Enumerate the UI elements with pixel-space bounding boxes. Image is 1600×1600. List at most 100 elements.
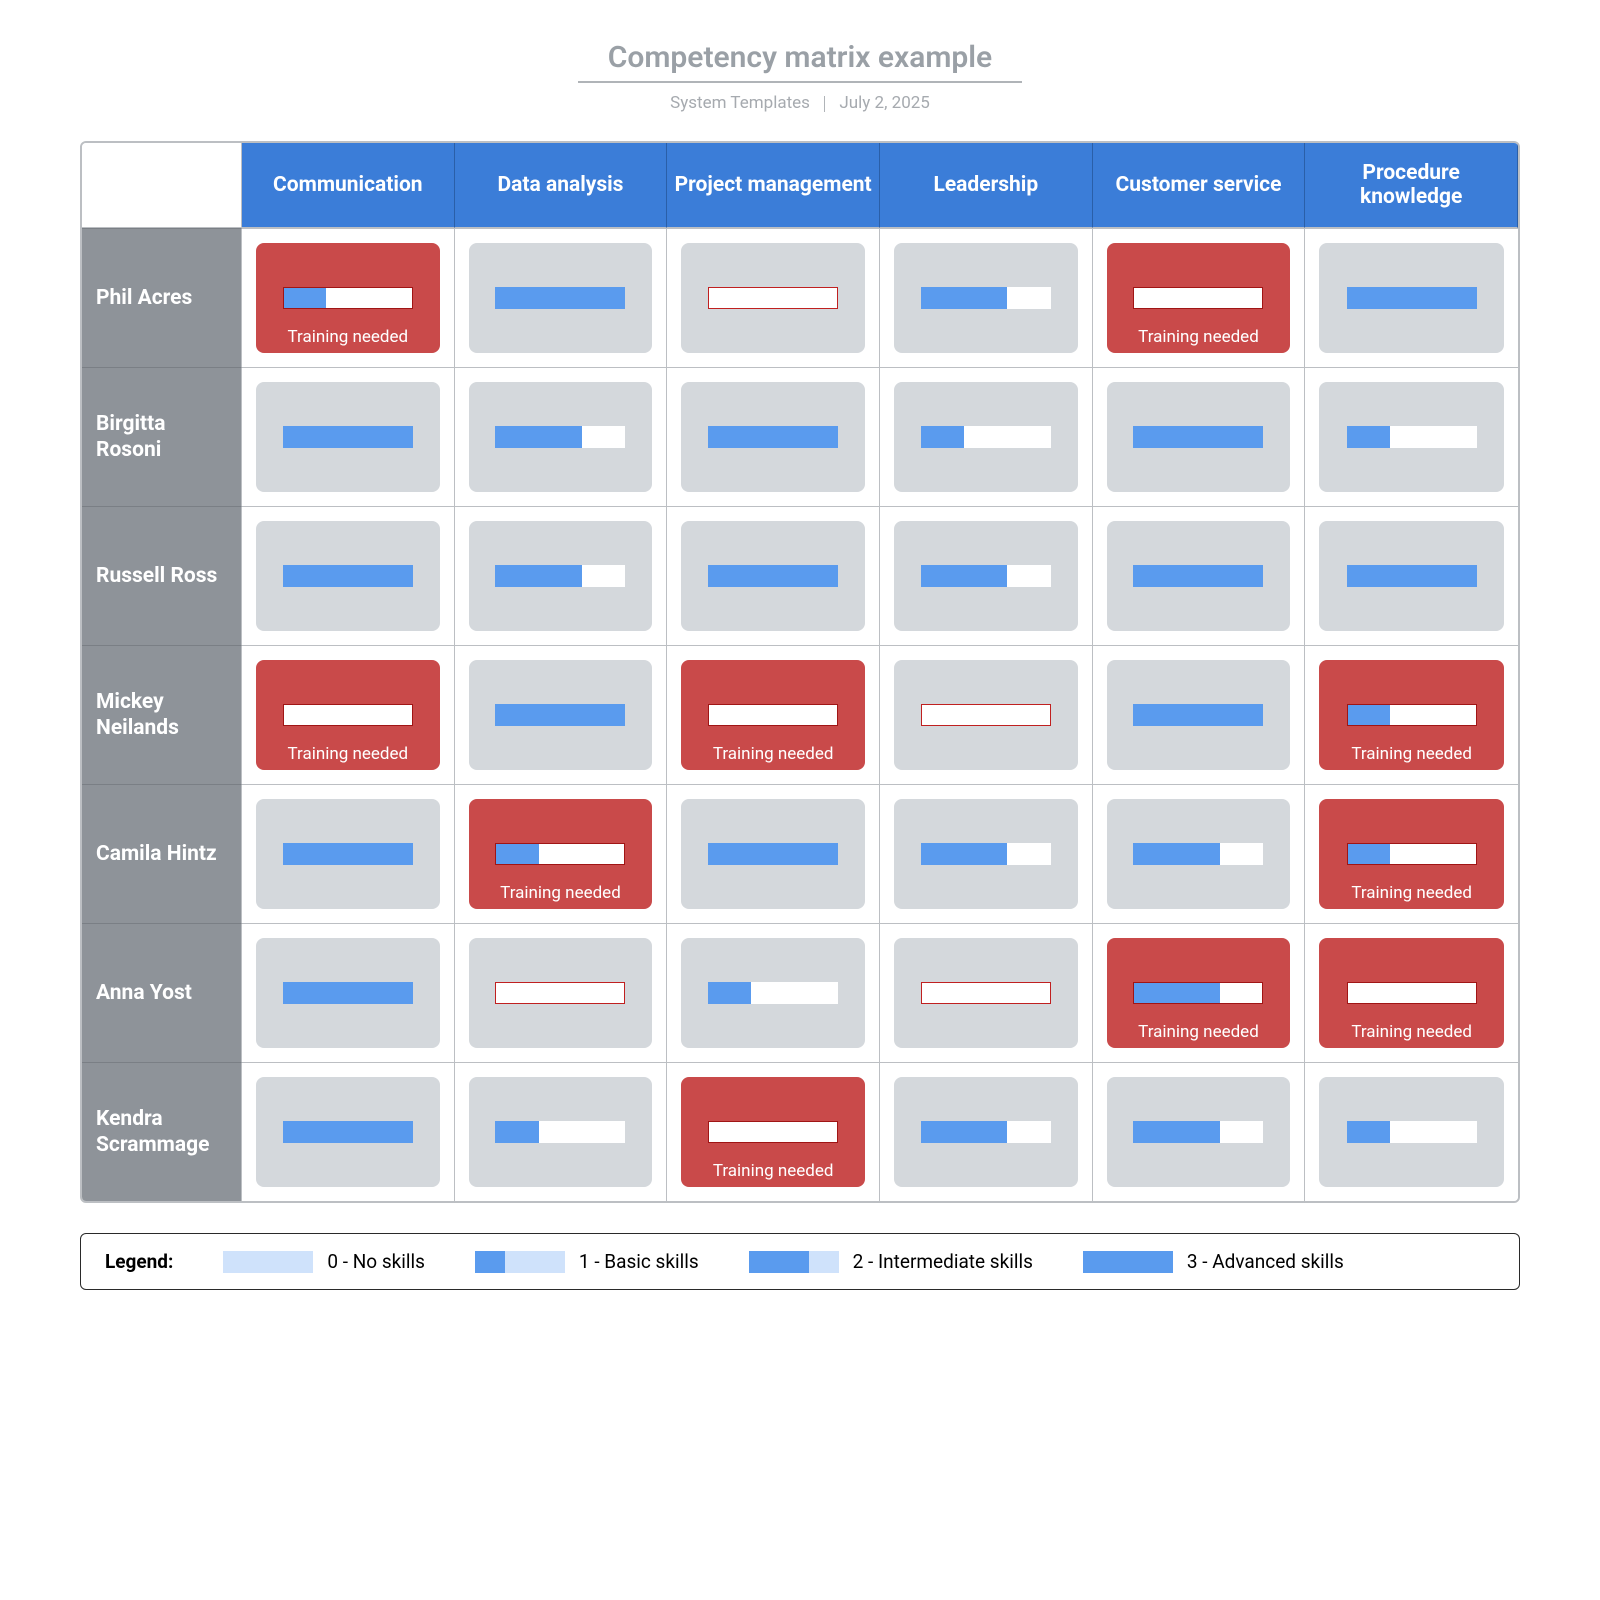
matrix-cell[interactable]: [880, 784, 1093, 923]
legend-item: 3 - Advanced skills: [1083, 1250, 1344, 1273]
skill-bar-fill: [1133, 565, 1263, 587]
skill-bar-fill: [708, 843, 838, 865]
matrix-cell[interactable]: Training needed: [1305, 645, 1518, 784]
skill-bar: [708, 843, 838, 865]
title-block: Competency matrix example System Templat…: [578, 40, 1022, 113]
skill-bar: [495, 426, 625, 448]
matrix-cell[interactable]: Training needed: [455, 784, 668, 923]
skill-card: [894, 243, 1078, 353]
competency-matrix: CommunicationData analysisProject manage…: [80, 141, 1520, 1203]
skill-card: [681, 382, 865, 492]
legend-label: 3 - Advanced skills: [1187, 1250, 1344, 1273]
training-card: Training needed: [1319, 660, 1504, 770]
legend-label: 2 - Intermediate skills: [853, 1250, 1033, 1273]
training-card: Training needed: [256, 243, 440, 353]
row-header: Birgitta Rosoni: [82, 367, 242, 506]
skill-card: [894, 938, 1078, 1048]
row-header: Kendra Scrammage: [82, 1062, 242, 1201]
skill-bar-fill: [921, 565, 1008, 587]
skill-bar: [283, 982, 413, 1004]
matrix-cell[interactable]: Training needed: [667, 1062, 880, 1201]
matrix-cell[interactable]: [1093, 784, 1306, 923]
matrix-cell[interactable]: [455, 1062, 668, 1201]
skill-bar: [495, 287, 625, 309]
training-card: Training needed: [1107, 243, 1291, 353]
matrix-cell[interactable]: [1093, 367, 1306, 506]
skill-card: [1107, 382, 1291, 492]
legend-item: 1 - Basic skills: [475, 1250, 699, 1273]
matrix-cell[interactable]: [667, 506, 880, 645]
matrix-cell[interactable]: [242, 506, 455, 645]
column-header: Data analysis: [455, 143, 668, 228]
matrix-cell[interactable]: [880, 923, 1093, 1062]
legend-swatch: [475, 1251, 565, 1273]
matrix-cell[interactable]: [1305, 1062, 1518, 1201]
matrix-cell[interactable]: [1093, 1062, 1306, 1201]
skill-bar: [1347, 1121, 1477, 1143]
skill-card: [894, 660, 1078, 770]
matrix-cell[interactable]: [455, 367, 668, 506]
matrix-cell[interactable]: Training needed: [1093, 923, 1306, 1062]
column-header: Customer service: [1093, 143, 1306, 228]
matrix-cell[interactable]: [242, 784, 455, 923]
skill-bar: [283, 426, 413, 448]
skill-bar: [921, 287, 1051, 309]
skill-bar-fill: [495, 565, 582, 587]
legend-label: 1 - Basic skills: [579, 1250, 699, 1273]
row-header: Phil Acres: [82, 228, 242, 367]
skill-bar-fill: [708, 565, 838, 587]
matrix-cell[interactable]: [1305, 367, 1518, 506]
matrix-cell[interactable]: [1305, 506, 1518, 645]
row-header: Camila Hintz: [82, 784, 242, 923]
matrix-cell[interactable]: Training needed: [1305, 923, 1518, 1062]
matrix-cell[interactable]: [242, 923, 455, 1062]
training-card: Training needed: [1107, 938, 1291, 1048]
row-header: Mickey Neilands: [82, 645, 242, 784]
training-label: Training needed: [1107, 327, 1291, 347]
legend-swatch: [1083, 1251, 1173, 1273]
skill-bar-fill: [1133, 704, 1263, 726]
skill-bar-fill: [708, 426, 838, 448]
skill-bar-fill: [921, 843, 1008, 865]
matrix-cell[interactable]: Training needed: [667, 645, 880, 784]
matrix-cell[interactable]: [455, 923, 668, 1062]
column-header: Communication: [242, 143, 455, 228]
skill-card: [1107, 521, 1291, 631]
matrix-cell[interactable]: Training needed: [242, 228, 455, 367]
matrix-cell[interactable]: [880, 228, 1093, 367]
skill-bar: [1133, 704, 1263, 726]
matrix-cell[interactable]: [667, 228, 880, 367]
matrix-cell[interactable]: [242, 367, 455, 506]
matrix-cell[interactable]: [1305, 228, 1518, 367]
legend-item: 2 - Intermediate skills: [749, 1250, 1033, 1273]
matrix-cell[interactable]: Training needed: [1305, 784, 1518, 923]
matrix-cell[interactable]: [455, 506, 668, 645]
matrix-cell[interactable]: Training needed: [242, 645, 455, 784]
skill-bar: [1347, 982, 1477, 1004]
matrix-cell[interactable]: [880, 645, 1093, 784]
training-label: Training needed: [469, 883, 653, 903]
matrix-cell[interactable]: [880, 506, 1093, 645]
page-subtitle: System Templates July 2, 2025: [578, 93, 1022, 113]
matrix-cell[interactable]: [667, 367, 880, 506]
matrix-cell[interactable]: [455, 645, 668, 784]
matrix-cell[interactable]: [1093, 645, 1306, 784]
skill-card: [894, 382, 1078, 492]
matrix-cell[interactable]: [242, 1062, 455, 1201]
matrix-cell[interactable]: [667, 923, 880, 1062]
legend-swatch-fill: [475, 1251, 505, 1273]
matrix-cell[interactable]: [1093, 506, 1306, 645]
matrix-cell[interactable]: [880, 1062, 1093, 1201]
legend-label: 0 - No skills: [327, 1250, 425, 1273]
skill-bar-fill: [1347, 287, 1477, 309]
matrix-cell[interactable]: [455, 228, 668, 367]
page-title: Competency matrix example: [578, 40, 1022, 83]
skill-card: [1107, 799, 1291, 909]
matrix-cell[interactable]: Training needed: [1093, 228, 1306, 367]
training-card: Training needed: [256, 660, 440, 770]
skill-card: [681, 799, 865, 909]
skill-bar: [921, 1121, 1051, 1143]
matrix-cell[interactable]: [667, 784, 880, 923]
skill-bar: [708, 704, 838, 726]
matrix-cell[interactable]: [880, 367, 1093, 506]
